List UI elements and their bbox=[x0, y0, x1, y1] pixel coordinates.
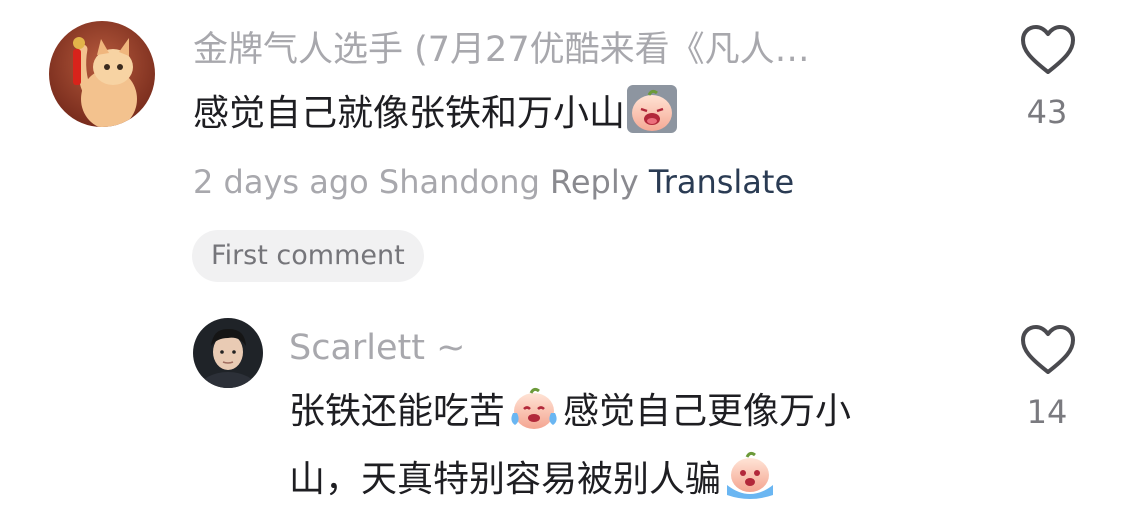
heart-outline-icon bbox=[1021, 25, 1075, 74]
comment-text-2-part-a: 张铁还能吃苦 bbox=[289, 391, 506, 432]
comment-text-2: 张铁还能吃苦 感觉自己更像万小 山，天真特别容易被别人骗 bbox=[289, 382, 851, 518]
user-avatar-1[interactable] bbox=[49, 21, 155, 127]
comment-timestamp: 2 days ago bbox=[193, 163, 369, 201]
comment-username-2[interactable]: Scarlett ~ bbox=[289, 328, 465, 368]
first-comment-badge: First comment bbox=[192, 230, 424, 282]
like-button-1[interactable] bbox=[1020, 24, 1076, 76]
comment-meta-1: 2 days ago Shandong Reply Translate bbox=[193, 162, 794, 202]
crying-peach-emoji-icon bbox=[627, 85, 678, 152]
comment-text-2-line-1: 张铁还能吃苦 感觉自己更像万小 bbox=[289, 382, 851, 450]
heart-outline-icon bbox=[1021, 325, 1075, 374]
crying-peach-emoji-icon bbox=[507, 385, 561, 450]
like-count-1: 43 bbox=[1026, 93, 1068, 131]
comment-section: 金牌气人选手 (7月27优酷来看《凡人… 感觉自己就像张铁和万小山 2 days… bbox=[0, 0, 1125, 521]
comment-text-2-line-2: 山，天真特别容易被别人骗 bbox=[289, 450, 851, 518]
comment-username-1[interactable]: 金牌气人选手 (7月27优酷来看《凡人… bbox=[193, 30, 810, 70]
comment-text-2-part-c: 山，天真特别容易被别人骗 bbox=[289, 459, 722, 500]
like-button-2[interactable] bbox=[1020, 324, 1076, 376]
cat-avatar-icon bbox=[49, 21, 155, 127]
comment-text-1-body: 感觉自己就像张铁和万小山 bbox=[193, 93, 626, 134]
man-avatar-icon bbox=[193, 318, 263, 388]
comment-text-1: 感觉自己就像张铁和万小山 bbox=[193, 84, 679, 152]
reply-button[interactable]: Reply bbox=[550, 163, 639, 201]
translate-button[interactable]: Translate bbox=[649, 163, 794, 201]
like-count-2: 14 bbox=[1026, 393, 1068, 431]
crying-peach-emoji-icon bbox=[723, 451, 777, 518]
comment-text-2-part-b: 感觉自己更像万小 bbox=[563, 391, 852, 432]
comment-location: Shandong bbox=[378, 163, 540, 201]
user-avatar-2[interactable] bbox=[193, 318, 263, 388]
